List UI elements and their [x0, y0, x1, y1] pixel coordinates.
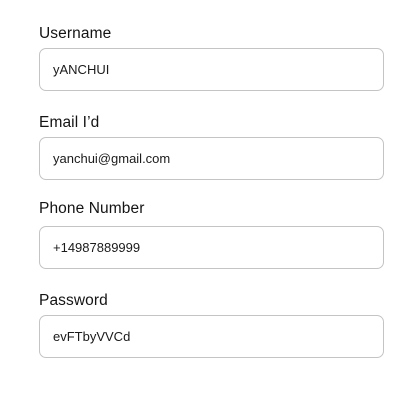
- username-input[interactable]: [39, 48, 384, 91]
- email-input[interactable]: [39, 137, 384, 180]
- password-input[interactable]: [39, 315, 384, 358]
- username-label: Username: [39, 25, 112, 42]
- phone-number-input[interactable]: [39, 226, 384, 269]
- account-form: Username Email I’d Phone Number Password: [0, 0, 420, 420]
- phone-number-label: Phone Number: [39, 200, 145, 217]
- email-label: Email I’d: [39, 114, 100, 131]
- password-label: Password: [39, 292, 108, 309]
